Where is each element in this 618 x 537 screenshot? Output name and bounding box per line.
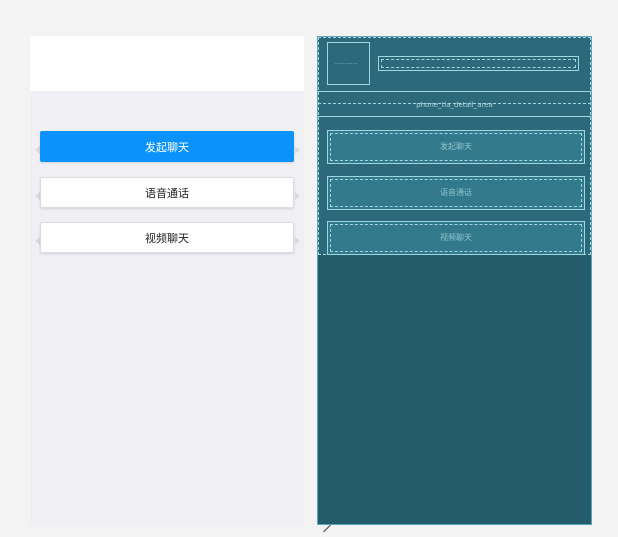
right-handle-icon [295,237,300,245]
voice-call-button[interactable]: 语音通话 [40,177,294,208]
blueprint-canvas: ·············· phone_tia_detail_area 发起聊… [317,36,592,525]
design-preview-canvas: 发起聊天 语音通话 视频聊天 [30,36,304,526]
right-handle-icon [295,146,300,154]
blueprint-selection-outline [318,37,591,255]
start-chat-button[interactable]: 发起聊天 [40,131,294,162]
resize-cursor-icon [323,524,331,533]
preview-header [30,36,304,91]
right-handle-icon [295,192,300,200]
video-chat-button[interactable]: 视频聊天 [40,222,294,253]
